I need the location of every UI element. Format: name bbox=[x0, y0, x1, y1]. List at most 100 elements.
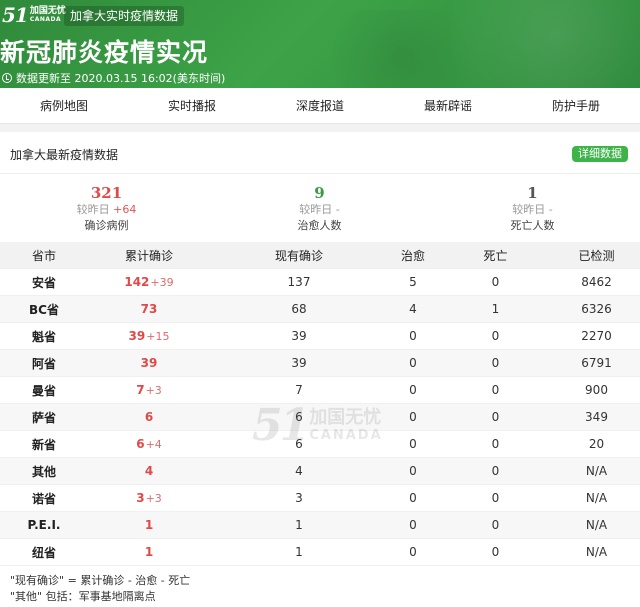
cell-cured: 4 bbox=[409, 302, 417, 316]
cell-confirmed-delta: +4 bbox=[145, 438, 162, 451]
cell-cured: 0 bbox=[409, 383, 417, 397]
detail-data-button[interactable]: 详细数据 bbox=[572, 146, 628, 162]
cell-tested: 349 bbox=[585, 410, 608, 424]
cell-current: 6 bbox=[295, 410, 303, 424]
cell-province: 其他 bbox=[31, 464, 56, 479]
cell-dead: 0 bbox=[491, 437, 500, 451]
cell-cured: 0 bbox=[409, 518, 417, 532]
cell-tested: N/A bbox=[585, 545, 608, 559]
cell-tested: 20 bbox=[588, 437, 605, 451]
update-time: 数据更新至 2020.03.15 16:02(美东时间) bbox=[2, 70, 225, 86]
cell-cured: 0 bbox=[409, 437, 417, 451]
dead-total: 1 bbox=[527, 184, 538, 202]
summary-stats: 321 较昨日 +64 确诊病例 9 较昨日 - 治愈人数 1 较昨日 - 死亡… bbox=[0, 174, 640, 242]
cell-cured: 0 bbox=[409, 356, 417, 370]
cell-cured: 0 bbox=[409, 410, 417, 424]
nav-item-case-map[interactable]: 病例地图 bbox=[0, 97, 128, 114]
cell-confirmed: 73 bbox=[140, 302, 158, 316]
confirmed-diff-label: 较昨日 bbox=[76, 203, 110, 216]
dead-label: 死亡人数 bbox=[510, 219, 555, 232]
nav-item-live-news[interactable]: 实时播报 bbox=[128, 97, 256, 114]
cured-total: 9 bbox=[314, 184, 325, 202]
col-header-province: 省市 bbox=[31, 248, 56, 263]
cell-current: 1 bbox=[295, 545, 303, 559]
cell-tested: 6326 bbox=[581, 302, 612, 316]
cell-cured: 5 bbox=[409, 275, 417, 289]
col-header-dead: 死亡 bbox=[483, 248, 508, 263]
cell-current: 4 bbox=[295, 464, 303, 478]
nav-item-in-depth[interactable]: 深度报道 bbox=[256, 97, 384, 114]
cured-label: 治愈人数 bbox=[297, 219, 342, 232]
cell-tested: 6791 bbox=[581, 356, 612, 370]
cell-current: 68 bbox=[291, 302, 307, 316]
cell-province: P.E.I. bbox=[27, 518, 61, 532]
header-tag: 加拿大实时疫情数据 bbox=[64, 6, 185, 26]
table-row: 阿省 39 39 0 0 6791 bbox=[0, 350, 640, 377]
table-row: 魁省 39+15 39 0 0 2270 bbox=[0, 323, 640, 350]
cell-current: 6 bbox=[295, 437, 303, 451]
cell-province: 安省 bbox=[31, 275, 56, 290]
cell-dead: 0 bbox=[491, 545, 500, 559]
confirmed-total: 321 bbox=[90, 184, 123, 202]
logo-cn-text: 加国无忧 bbox=[29, 6, 66, 16]
table-body: 安省 142+39 137 5 0 8462 BC省 73 68 4 1 6326 魁省 39+15 39 0… bbox=[0, 269, 640, 566]
cured-diff: - bbox=[335, 203, 340, 216]
cell-province: 萨省 bbox=[31, 410, 56, 425]
cell-province: 阿省 bbox=[31, 356, 56, 371]
table-row: 新省 6+4 6 0 0 20 bbox=[0, 431, 640, 458]
nav-item-rumors[interactable]: 最新辟谣 bbox=[384, 97, 512, 114]
cell-dead: 0 bbox=[491, 518, 500, 532]
cell-cured: 0 bbox=[409, 545, 417, 559]
cell-tested: 900 bbox=[585, 383, 608, 397]
site-logo[interactable]: 51 加国无忧 CANADA bbox=[2, 3, 66, 27]
confirmed-label: 确诊病例 bbox=[84, 219, 129, 232]
cell-confirmed: 7+3 bbox=[136, 383, 162, 397]
section-header: 加拿大最新疫情数据 详细数据 bbox=[0, 132, 640, 174]
table-row: 纽省 1 1 0 0 N/A bbox=[0, 539, 640, 566]
cell-confirmed-delta: +39 bbox=[150, 276, 174, 289]
clock-icon bbox=[2, 73, 12, 83]
nav-bar: 病例地图 实时播报 深度报道 最新辟谣 防护手册 bbox=[0, 88, 640, 124]
cell-current: 39 bbox=[291, 356, 307, 370]
cell-current: 39 bbox=[291, 329, 307, 343]
table-row: P.E.I. 1 1 0 0 N/A bbox=[0, 512, 640, 539]
page-title: 新冠肺炎疫情实况 bbox=[0, 38, 209, 67]
cell-dead: 0 bbox=[491, 410, 500, 424]
cell-dead: 0 bbox=[491, 329, 500, 343]
table-row: 其他 4 4 0 0 N/A bbox=[0, 458, 640, 485]
cell-confirmed-delta: +3 bbox=[145, 492, 162, 505]
cell-dead: 0 bbox=[491, 464, 500, 478]
section-divider bbox=[0, 124, 640, 132]
cell-confirmed: 39+15 bbox=[128, 329, 170, 343]
cell-current: 3 bbox=[295, 491, 303, 505]
col-header-current: 现有确诊 bbox=[274, 248, 323, 263]
summary-confirmed: 321 较昨日 +64 确诊病例 bbox=[0, 174, 213, 242]
logo-en-text: CANADA bbox=[29, 16, 62, 23]
table-row: 曼省 7+3 7 0 0 900 bbox=[0, 377, 640, 404]
update-text: 数据更新至 2020.03.15 16:02(美东时间) bbox=[16, 72, 226, 85]
cell-province: 魁省 bbox=[31, 329, 56, 344]
cell-current: 137 bbox=[287, 275, 311, 289]
cell-dead: 0 bbox=[491, 491, 500, 505]
confirmed-diff: +64 bbox=[113, 203, 137, 216]
cell-tested: N/A bbox=[585, 464, 608, 478]
page-header: 51 加国无忧 CANADA 加拿大实时疫情数据 新冠肺炎疫情实况 数据更新至 … bbox=[0, 0, 640, 88]
cell-dead: 0 bbox=[491, 275, 500, 289]
cell-tested: 2270 bbox=[581, 329, 612, 343]
summary-cured: 9 较昨日 - 治愈人数 bbox=[213, 174, 426, 242]
footnote-current-definition: "现有确诊" = 累计确诊 - 治愈 - 死亡 bbox=[10, 574, 191, 587]
footnotes: "现有确诊" = 累计确诊 - 治愈 - 死亡 "其他" 包括：军事基地隔离点 bbox=[10, 573, 190, 605]
cell-province: 新省 bbox=[31, 437, 56, 452]
summary-dead: 1 较昨日 - 死亡人数 bbox=[426, 174, 639, 242]
cell-cured: 0 bbox=[409, 464, 417, 478]
cell-confirmed: 1 bbox=[144, 545, 154, 559]
cured-diff-label: 较昨日 bbox=[299, 203, 333, 216]
nav-item-protection-guide[interactable]: 防护手册 bbox=[512, 97, 640, 114]
dead-diff: - bbox=[548, 203, 553, 216]
cell-confirmed: 6+4 bbox=[136, 437, 162, 451]
col-header-cured: 治愈 bbox=[400, 248, 425, 263]
cell-province: BC省 bbox=[29, 302, 59, 317]
cell-confirmed-delta: +15 bbox=[146, 330, 170, 343]
table-row: 安省 142+39 137 5 0 8462 bbox=[0, 269, 640, 296]
cell-confirmed: 39 bbox=[140, 356, 158, 370]
